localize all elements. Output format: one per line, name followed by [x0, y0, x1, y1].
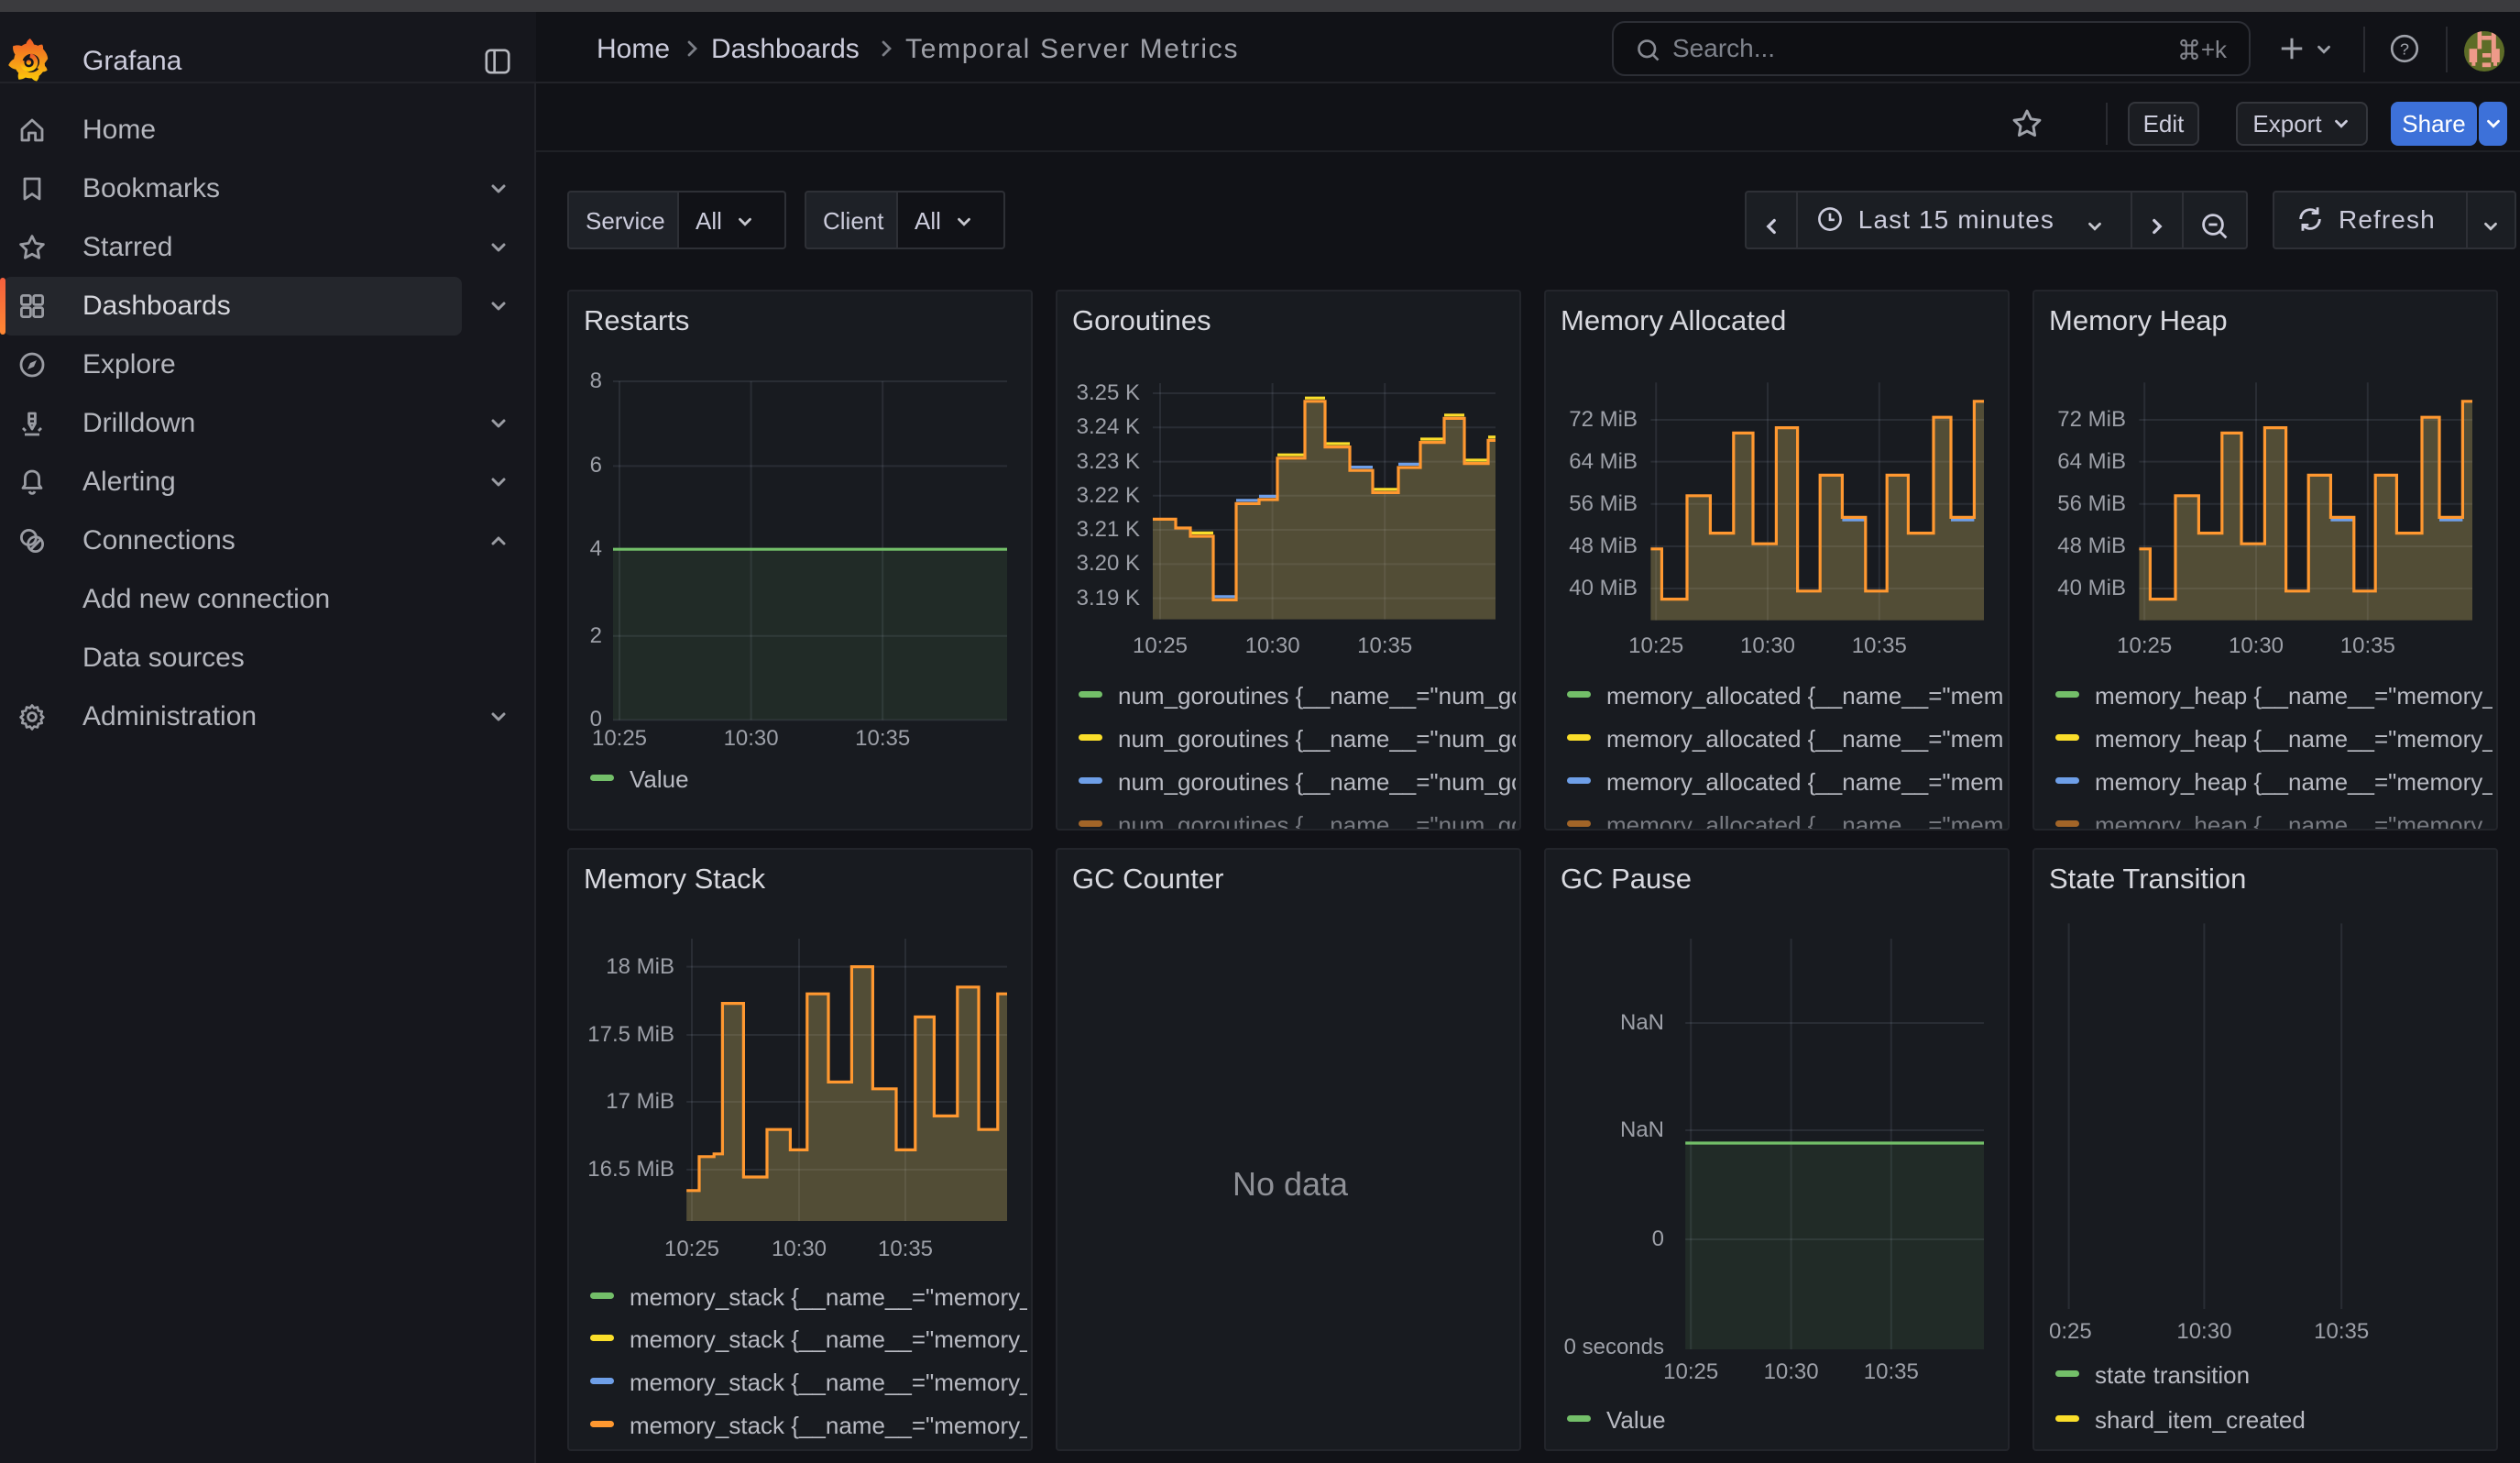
- svg-text:?: ?: [2400, 39, 2409, 58]
